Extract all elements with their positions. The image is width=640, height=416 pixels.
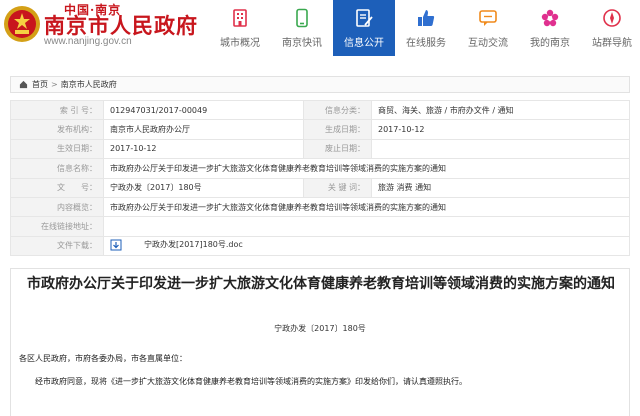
table-row: 在线链接地址： [10, 216, 630, 237]
article-panel: 市政府办公厅关于印发进一步扩大旅游文化体育健康养老教育培训等领域消费的实施方案的… [10, 268, 630, 416]
download-icon [110, 239, 122, 251]
created-date-value: 2017-10-12 [371, 119, 630, 140]
nav-item-site-navigation[interactable]: 站群导航 [581, 0, 640, 56]
breadcrumb-home-link[interactable]: 首页 [32, 79, 48, 90]
breadcrumb-separator: > [51, 80, 58, 89]
abolished-date-value [371, 138, 630, 160]
file-download-name[interactable]: 宁政办发[2017]180号.doc [144, 239, 243, 250]
national-emblem-icon[interactable] [2, 4, 42, 44]
main-nav: 城市概况 南京快讯 信息公开 在线服务 互动交流 我的南京 站群导航 [209, 0, 640, 56]
nav-label: 南京快讯 [282, 38, 322, 49]
nav-label: 站群导航 [592, 38, 632, 49]
article-title: 市政府办公厅关于印发进一步扩大旅游文化体育健康养老教育培训等领域消费的实施方案的… [27, 276, 615, 292]
nav-label: 我的南京 [530, 38, 570, 49]
effective-date-label: 生效日期： [10, 138, 104, 160]
flower-icon [541, 9, 559, 27]
table-row: 索 引 号： 012947031/2017-00049 信息分类： 商贸、海关、… [10, 99, 630, 121]
category-label: 信息分类： [303, 99, 372, 121]
chat-icon [479, 10, 497, 26]
info-name-value: 市政府办公厅关于印发进一步扩大旅游文化体育健康养老教育培训等领域消费的实施方案的… [103, 158, 630, 179]
nav-label: 互动交流 [468, 38, 508, 49]
document-edit-icon [356, 9, 373, 27]
online-link-value[interactable] [103, 216, 630, 237]
nav-item-interaction[interactable]: 互动交流 [457, 0, 519, 56]
site-url: www.nanjing.gov.cn [44, 36, 132, 47]
nav-item-info-disclosure[interactable]: 信息公开 [333, 0, 395, 56]
mobile-icon [296, 8, 308, 28]
keywords-label: 关 键 词： [303, 177, 372, 198]
table-row: 文 号： 宁政办发〔2017〕180号 关 键 词： 旅游 消费 通知 [10, 177, 630, 198]
file-download-label: 文件下载： [10, 235, 104, 257]
created-date-label: 生成日期： [303, 119, 372, 140]
keywords-value: 旅游 消费 通知 [371, 177, 630, 198]
summary-label: 内容概览： [10, 196, 104, 218]
effective-date-value: 2017-10-12 [103, 138, 304, 160]
category-value: 商贸、海关、旅游 / 市府办文件 / 通知 [371, 99, 630, 121]
breadcrumb-current[interactable]: 南京市人民政府 [61, 79, 117, 90]
file-download-cell: 宁政办发[2017]180号.doc [103, 235, 630, 257]
nav-item-nanjing-news[interactable]: 南京快讯 [271, 0, 333, 56]
article-doc-number: 宁政办发〔2017〕180号 [274, 324, 366, 333]
home-icon [19, 80, 28, 89]
breadcrumb: 首页 > 南京市人民政府 [10, 76, 630, 93]
site-header: 中国·南京 南京市人民政府 www.nanjing.gov.cn 城市概况 南京… [0, 0, 640, 56]
nav-label: 信息公开 [344, 38, 384, 49]
table-row: 文件下载： 宁政办发[2017]180号.doc [10, 235, 630, 257]
doc-number-value: 宁政办发〔2017〕180号 [103, 177, 304, 198]
publisher-label: 发布机构： [10, 119, 104, 140]
document-info-table: 索 引 号： 012947031/2017-00049 信息分类： 商贸、海关、… [10, 99, 630, 257]
abolished-date-label: 废止日期： [303, 138, 372, 160]
table-row: 发布机构： 南京市人民政府办公厅 生成日期： 2017-10-12 [10, 119, 630, 140]
nav-item-online-service[interactable]: 在线服务 [395, 0, 457, 56]
doc-number-label: 文 号： [10, 177, 104, 198]
publisher-value: 南京市人民政府办公厅 [103, 119, 304, 140]
summary-value: 市政府办公厅关于印发进一步扩大旅游文化体育健康养老教育培训等领域消费的实施方案的… [103, 196, 630, 218]
info-name-label: 信息名称： [10, 158, 104, 179]
file-download-link[interactable]: 宁政办发[2017]180号.doc [110, 239, 243, 251]
thumbs-up-icon [418, 10, 435, 26]
table-row: 内容概览： 市政府办公厅关于印发进一步扩大旅游文化体育健康养老教育培训等领域消费… [10, 196, 630, 218]
table-row: 生效日期： 2017-10-12 废止日期： [10, 138, 630, 160]
nav-label: 在线服务 [406, 38, 446, 49]
online-link-label: 在线链接地址： [10, 216, 104, 237]
article-body-paragraph: 经市政府同意，现将《进一步扩大旅游文化体育健康养老教育培训等领域消费的实施方案》… [35, 377, 467, 386]
building-icon [233, 9, 247, 27]
compass-icon [603, 9, 621, 27]
nav-item-my-nanjing[interactable]: 我的南京 [519, 0, 581, 56]
nav-item-city-overview[interactable]: 城市概况 [209, 0, 271, 56]
index-number-value: 012947031/2017-00049 [103, 99, 304, 121]
index-number-label: 索 引 号： [10, 99, 104, 121]
article-salutation: 各区人民政府，市府各委办局，市各直属单位： [19, 354, 187, 363]
nav-label: 城市概况 [220, 38, 260, 49]
table-row: 信息名称： 市政府办公厅关于印发进一步扩大旅游文化体育健康养老教育培训等领域消费… [10, 158, 630, 179]
